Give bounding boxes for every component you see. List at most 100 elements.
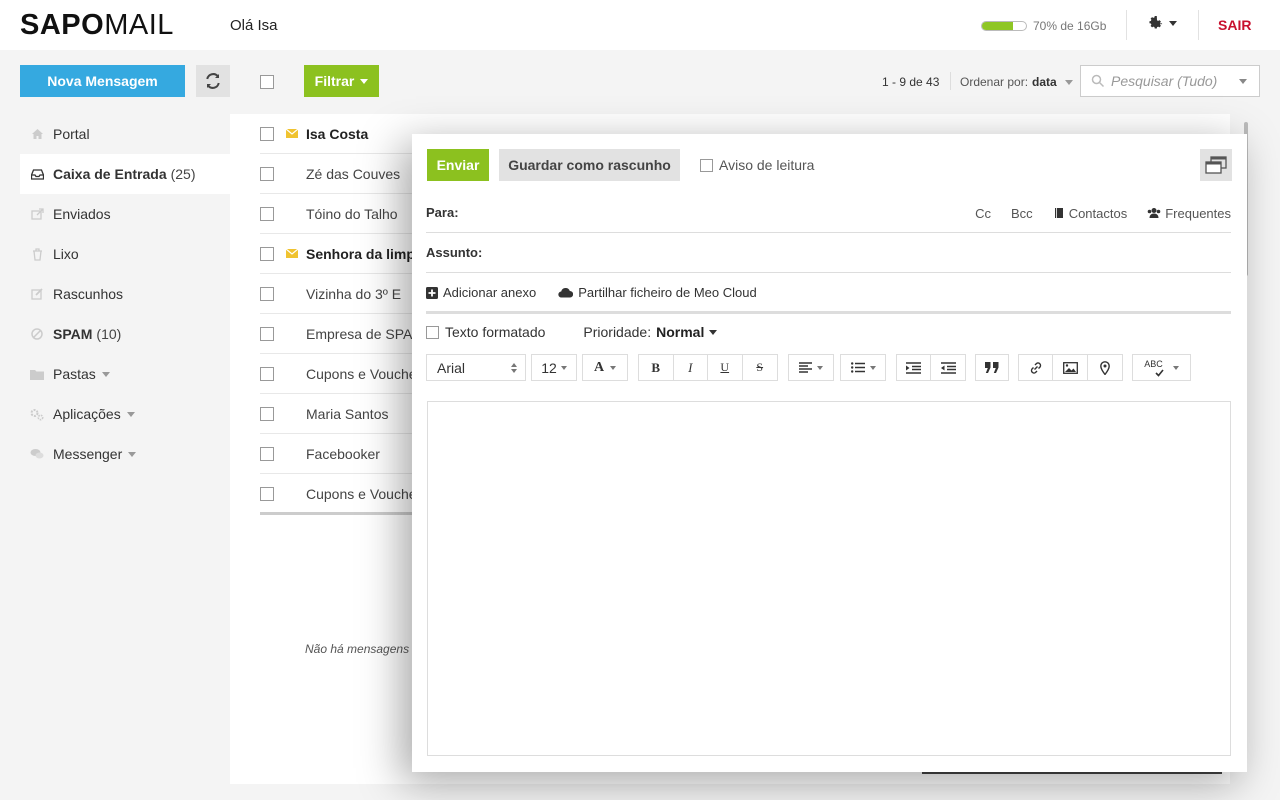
formatted-text-option[interactable]: Texto formatado [426, 324, 545, 340]
subject-label: Assunto: [426, 245, 483, 260]
font-family-value: Arial [437, 359, 466, 376]
message-checkbox[interactable] [260, 486, 274, 501]
message-body-editor[interactable] [427, 401, 1231, 756]
pagination-info: 1 - 9 de 43 [882, 75, 940, 89]
popout-window-icon [1205, 156, 1227, 174]
sort-label: Ordenar por: [960, 75, 1029, 89]
to-field-row[interactable]: Para: Cc Bcc Contactos Frequentes [426, 193, 1231, 233]
sidebar-item-label: Caixa de Entrada [53, 166, 167, 182]
spam-icon [30, 327, 44, 341]
strikethrough-button[interactable]: S [743, 355, 777, 380]
sender-name: Cupons e Voucher [306, 485, 422, 502]
subject-field-row[interactable]: Assunto: [426, 233, 1231, 273]
font-family-select[interactable]: Arial [426, 354, 526, 381]
frequent-contacts-link[interactable]: Frequentes [1147, 206, 1231, 221]
sidebar-item-sent[interactable]: Enviados [20, 194, 230, 234]
read-receipt-option[interactable]: Aviso de leitura [700, 157, 814, 173]
cloud-icon [558, 288, 574, 298]
message-checkbox[interactable] [260, 326, 274, 341]
settings-menu[interactable] [1146, 14, 1177, 32]
cc-link[interactable]: Cc [975, 206, 991, 221]
bcc-link[interactable]: Bcc [1011, 206, 1033, 221]
message-checkbox[interactable] [260, 406, 274, 421]
message-checkbox[interactable] [260, 126, 274, 141]
chevron-down-icon [1172, 365, 1179, 370]
sidebar-item-portal[interactable]: Portal [20, 114, 230, 154]
header-divider [1126, 10, 1127, 40]
send-button[interactable]: Enviar [427, 149, 489, 181]
users-icon [1147, 208, 1161, 218]
read-receipt-checkbox[interactable] [700, 158, 713, 172]
formatted-text-checkbox[interactable] [426, 325, 439, 339]
chevron-down-icon[interactable] [1239, 78, 1247, 84]
spellcheck-dropdown[interactable]: ABC [1132, 354, 1191, 381]
unread-count: (25) [170, 166, 196, 182]
refresh-button[interactable] [196, 65, 230, 97]
quote-button[interactable] [975, 354, 1009, 381]
envelope-icon [286, 129, 298, 138]
search-input[interactable]: Pesquisar (Tudo) [1111, 73, 1239, 89]
attachment-row: Adicionar anexo Partilhar ficheiro de Me… [426, 274, 1231, 314]
font-color-button[interactable]: A [582, 354, 628, 381]
chevron-down-icon [1169, 20, 1177, 26]
outdent-button[interactable] [931, 355, 965, 380]
font-color-icon: A [593, 359, 605, 375]
sidebar-item-inbox[interactable]: Caixa de Entrada (25) [20, 154, 230, 194]
spellcheck-icon: ABC [1144, 358, 1163, 369]
contacts-link[interactable]: Contactos [1053, 206, 1127, 221]
priority-dropdown[interactable]: Prioridade: Normal [583, 324, 718, 340]
indent-button[interactable] [897, 355, 932, 380]
message-checkbox[interactable] [260, 286, 274, 301]
top-header: SAPOMAIL Olá Isa 70% de 16Gb SAIR [0, 0, 1280, 50]
font-size-select[interactable]: 12 [531, 354, 577, 381]
toolbar-divider [950, 72, 951, 90]
sidebar-item-drafts[interactable]: Rascunhos [20, 274, 230, 314]
sent-icon [30, 207, 44, 221]
sidebar-item-trash[interactable]: Lixo [20, 234, 230, 274]
quota-text: 70% de 16Gb [1033, 19, 1107, 33]
trash-icon [30, 247, 44, 261]
sidebar-item-messenger[interactable]: Messenger [20, 434, 230, 474]
bold-button[interactable]: B [639, 355, 674, 380]
header-divider [1198, 10, 1199, 40]
indent-icon [906, 361, 921, 374]
sidebar-item-folders[interactable]: Pastas [20, 354, 230, 394]
sender-name: Senhora da limpe [306, 245, 423, 262]
message-checkbox[interactable] [260, 446, 274, 461]
share-cloud-link[interactable]: Partilhar ficheiro de Meo Cloud [558, 285, 757, 300]
user-greeting: Olá Isa [230, 17, 278, 34]
sidebar-item-apps[interactable]: Aplicações [20, 394, 230, 434]
sapomail-logo[interactable]: SAPOMAIL [20, 9, 174, 42]
add-attachment-link[interactable]: Adicionar anexo [426, 285, 536, 300]
new-message-button[interactable]: Nova Mensagem [20, 65, 185, 97]
insert-image-button[interactable] [1053, 355, 1088, 380]
align-left-icon [799, 362, 812, 373]
insert-location-button[interactable] [1088, 355, 1122, 380]
chevron-down-icon [101, 371, 110, 377]
message-checkbox[interactable] [260, 206, 274, 221]
list-dropdown[interactable] [840, 354, 886, 381]
compose-options-row: Texto formatado Prioridade: Normal [426, 324, 718, 340]
sidebar-item-spam[interactable]: SPAM (10) [20, 314, 230, 354]
underline-button[interactable]: U [708, 355, 743, 380]
message-checkbox[interactable] [260, 166, 274, 181]
logout-link[interactable]: SAIR [1218, 17, 1251, 33]
message-checkbox[interactable] [260, 246, 274, 261]
italic-button[interactable]: I [674, 355, 708, 380]
sender-name: Maria Santos [306, 405, 389, 422]
select-all-checkbox[interactable] [260, 75, 274, 89]
sender-name: Isa Costa [306, 125, 369, 142]
popout-button[interactable] [1200, 149, 1232, 181]
frequent-label: Frequentes [1165, 205, 1231, 221]
insert-link-button[interactable] [1019, 355, 1054, 380]
sender-name: Zé das Couves [306, 165, 401, 182]
message-checkbox[interactable] [260, 366, 274, 381]
sort-order-dropdown[interactable]: Ordenar por: data [960, 75, 1073, 89]
filter-button[interactable]: Filtrar [304, 65, 379, 97]
filter-label: Filtrar [314, 73, 355, 89]
sender-name: Cupons e Voucher [306, 365, 422, 382]
save-draft-button[interactable]: Guardar como rascunho [499, 149, 680, 181]
search-box[interactable]: Pesquisar (Tudo) [1080, 65, 1260, 97]
sidebar-item-label: Messenger [53, 446, 123, 462]
align-dropdown[interactable] [788, 354, 834, 381]
